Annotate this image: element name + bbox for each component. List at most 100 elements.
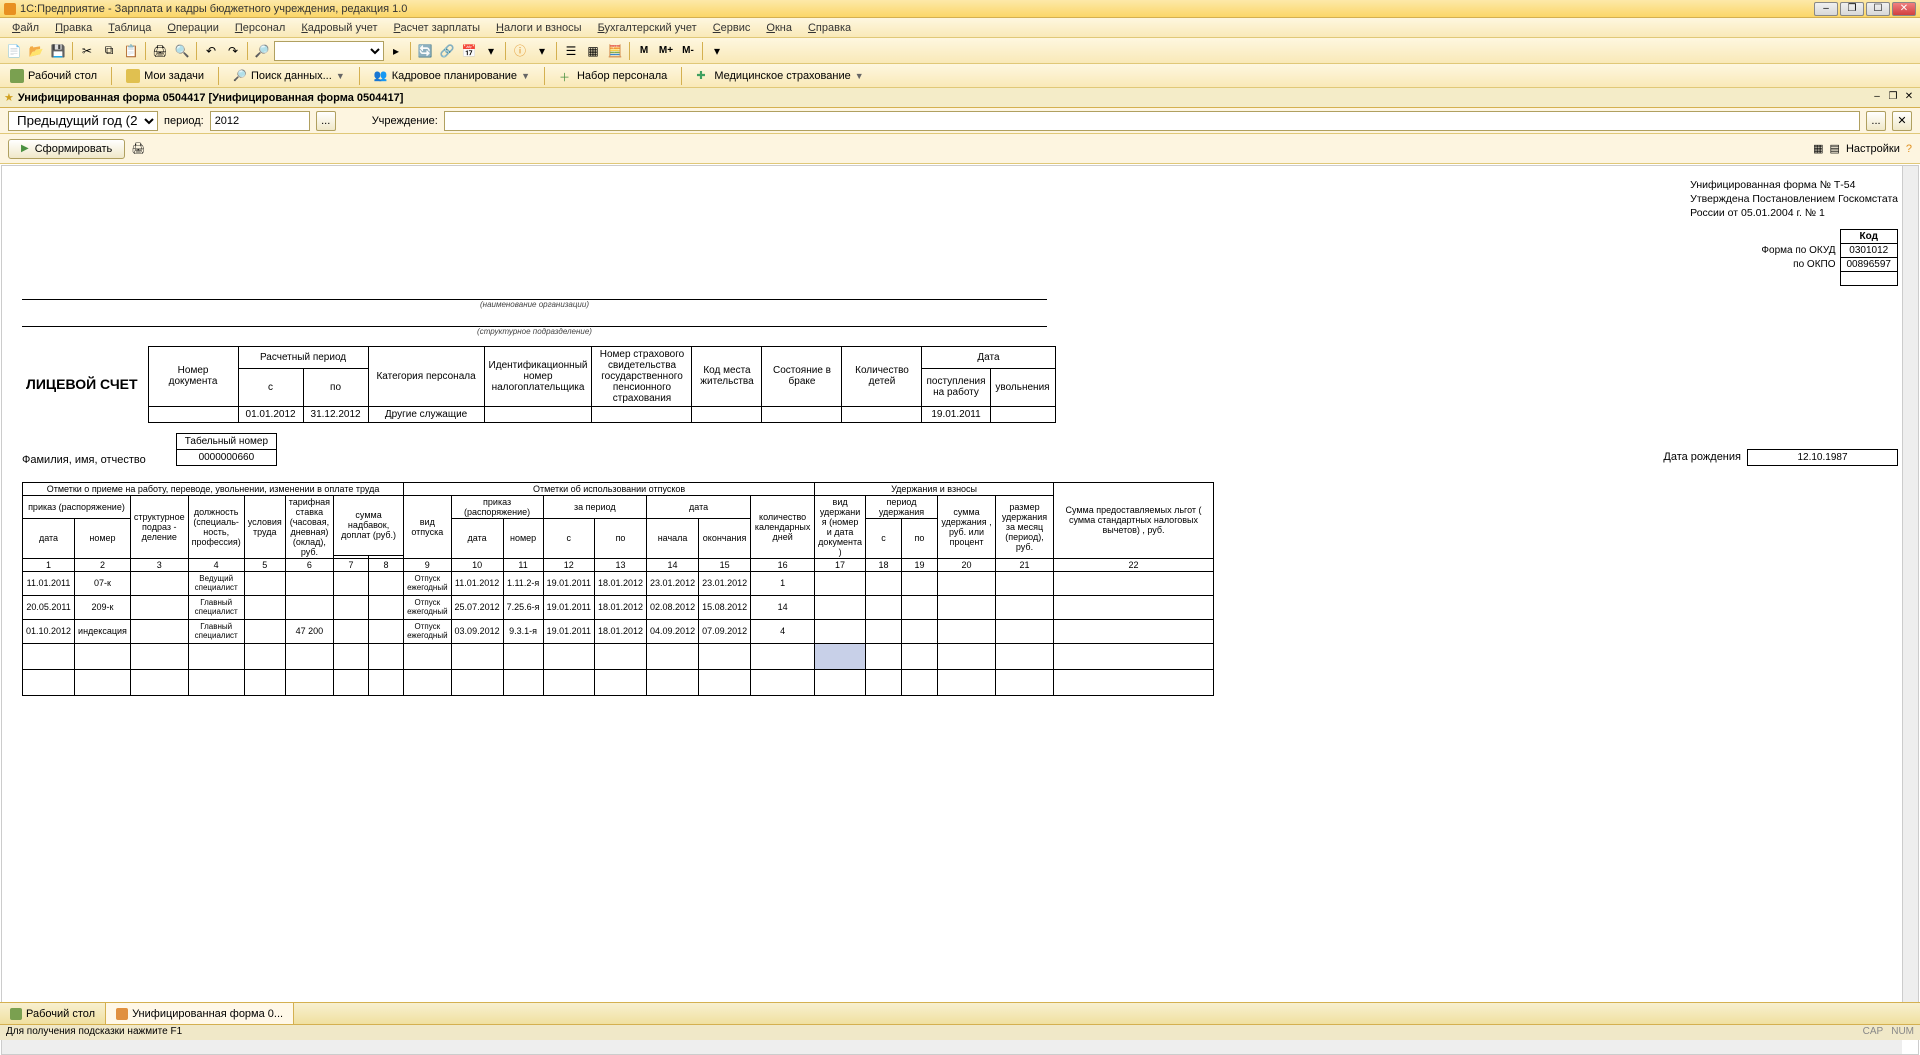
layout1-icon[interactable]: ▦ [1813, 142, 1823, 155]
restore-button[interactable]: ❐ [1840, 2, 1864, 16]
plus-icon: ＋ [559, 69, 573, 83]
list-icon[interactable]: ☰ [561, 41, 581, 61]
panel-bar: Рабочий стол Мои задачи 🔎 Поиск данных..… [0, 64, 1920, 88]
search-icon: 🔎 [233, 69, 247, 83]
document-tab-bar: ★ Унифицированная форма 0504417 [Унифици… [0, 88, 1920, 108]
doc-restore-icon[interactable]: ❐ [1886, 91, 1900, 105]
detail-grid: Отметки о приеме на работу, переводе, ув… [22, 482, 1214, 696]
menu-payroll[interactable]: Расчет зарплаты [386, 20, 489, 36]
menu-personnel[interactable]: Персонал [227, 20, 294, 36]
org-input[interactable] [444, 111, 1860, 131]
menu-table[interactable]: Таблица [100, 20, 159, 36]
calendar-icon[interactable]: 📅 [459, 41, 479, 61]
menu-hr[interactable]: Кадровый учет [293, 20, 385, 36]
desktop-icon [10, 1008, 22, 1020]
print-report-icon[interactable]: 🖨 [131, 142, 145, 155]
dropdown-icon[interactable]: ▾ [481, 41, 501, 61]
code-box: Код Форма по ОКУД0301012 по ОКПО00896597 [1755, 229, 1898, 286]
info-icon[interactable]: ⓘ [510, 41, 530, 61]
document-area[interactable]: Унифицированная форма № Т-54 Утверждена … [1, 165, 1919, 1055]
play-icon: ▶ [21, 143, 29, 154]
cap-indicator: CAP [1863, 1026, 1884, 1039]
maximize-button[interactable]: ☐ [1866, 2, 1890, 16]
panel-tasks[interactable]: Мои задачи [120, 67, 210, 85]
selected-cell[interactable] [815, 643, 866, 669]
desktop-icon [10, 69, 24, 83]
menu-taxes[interactable]: Налоги и взносы [488, 20, 590, 36]
open-icon[interactable]: 📂 [26, 41, 46, 61]
preset-combo[interactable]: Предыдущий год (2012 г.) [8, 111, 158, 131]
calc-mplus-icon[interactable]: M+ [656, 41, 676, 61]
redo-icon[interactable]: ↷ [223, 41, 243, 61]
print-icon[interactable]: 🖨 [150, 41, 170, 61]
params-bar: Предыдущий год (2012 г.) период: ... Учр… [0, 108, 1920, 134]
link-icon[interactable]: 🔗 [437, 41, 457, 61]
menu-accounting[interactable]: Бухгалтерский учет [590, 20, 705, 36]
search-go-icon[interactable]: ▸ [386, 41, 406, 61]
org-ellipsis-button[interactable]: ... [1866, 111, 1886, 131]
action-bar: ▶ Сформировать 🖨 ▦ ▤ Настройки ? [0, 134, 1920, 164]
table-row[interactable]: 20.05.2011209-кГлавный специалистОтпуск … [23, 595, 1214, 619]
menu-operations[interactable]: Операции [159, 20, 226, 36]
menu-windows[interactable]: Окна [758, 20, 800, 36]
copy-icon[interactable]: ⧉ [99, 41, 119, 61]
menu-edit[interactable]: Правка [47, 20, 100, 36]
panel-search[interactable]: 🔎 Поиск данных... ▼ [227, 67, 351, 85]
dept-line [22, 313, 1047, 327]
period-ellipsis-button[interactable]: ... [316, 111, 336, 131]
chevron-down-icon: ▼ [521, 71, 530, 81]
status-hint: Для получения подсказки нажмите F1 [6, 1026, 182, 1039]
minimize-button[interactable]: – [1814, 2, 1838, 16]
table-row[interactable]: 11.01.201107-кВедущий специалистОтпуск е… [23, 571, 1214, 595]
app-icon [4, 3, 16, 15]
settings-link[interactable]: Настройки [1846, 143, 1900, 155]
undo-icon[interactable]: ↶ [201, 41, 221, 61]
period-label: период: [164, 115, 204, 127]
cut-icon[interactable]: ✂ [77, 41, 97, 61]
doc-close-icon[interactable]: ✕ [1902, 91, 1916, 105]
panel-med[interactable]: ✚ Медицинское страхование ▼ [690, 67, 869, 85]
num-indicator: NUM [1891, 1026, 1914, 1039]
chevron-down-icon: ▼ [336, 71, 345, 81]
tab-desktop[interactable]: Рабочий стол [0, 1003, 106, 1024]
med-icon: ✚ [696, 69, 710, 83]
paste-icon[interactable]: 📋 [121, 41, 141, 61]
vertical-scrollbar[interactable] [1902, 166, 1918, 1038]
generate-button[interactable]: ▶ Сформировать [8, 139, 125, 159]
window-title: 1С:Предприятие - Зарплата и кадры бюджет… [20, 3, 1814, 15]
save-icon[interactable]: 💾 [48, 41, 68, 61]
dropdown2-icon[interactable]: ▾ [532, 41, 552, 61]
panel-recruit[interactable]: ＋ Набор персонала [553, 67, 673, 85]
preview-icon[interactable]: 🔍 [172, 41, 192, 61]
calc-mminus-icon[interactable]: M- [678, 41, 698, 61]
doc-minimize-icon[interactable]: – [1870, 91, 1884, 105]
table-row[interactable]: 01.10.2012индексацияГлавный специалист47… [23, 619, 1214, 643]
calc-icon[interactable]: 🧮 [605, 41, 625, 61]
menu-service[interactable]: Сервис [705, 20, 759, 36]
menu-file[interactable]: Файл [4, 20, 47, 36]
menu-help[interactable]: Справка [800, 20, 859, 36]
status-bar: Для получения подсказки нажмите F1 CAP N… [0, 1024, 1920, 1040]
panel-kadr-planning[interactable]: 👥 Кадровое планирование ▼ [368, 67, 536, 85]
find-icon[interactable]: 🔎 [252, 41, 272, 61]
tab-form[interactable]: Унифицированная форма 0... [106, 1003, 294, 1024]
search-combo[interactable] [274, 41, 384, 61]
period-input[interactable] [210, 111, 310, 131]
star-icon[interactable]: ★ [4, 91, 14, 104]
grid-icon[interactable]: ▦ [583, 41, 603, 61]
bottom-tabs: Рабочий стол Унифицированная форма 0... [0, 1002, 1920, 1024]
tabnum-block: Фамилия, имя, отчество Табельный номер 0… [22, 433, 1898, 466]
panel-desktop[interactable]: Рабочий стол [4, 67, 103, 85]
help-icon[interactable]: ? [1906, 143, 1912, 155]
org-clear-button[interactable]: ✕ [1892, 111, 1912, 131]
layout2-icon[interactable]: ▤ [1830, 142, 1840, 155]
calc-m-icon[interactable]: M [634, 41, 654, 61]
close-button[interactable]: ✕ [1892, 2, 1916, 16]
refresh-icon[interactable]: 🔄 [415, 41, 435, 61]
more-icon[interactable]: ▾ [707, 41, 727, 61]
main-toolbar: 📄 📂 💾 ✂ ⧉ 📋 🖨 🔍 ↶ ↷ 🔎 ▸ 🔄 🔗 📅 ▾ ⓘ ▾ ☰ ▦ … [0, 38, 1920, 64]
new-icon[interactable]: 📄 [4, 41, 24, 61]
horizontal-scrollbar[interactable] [2, 1038, 1902, 1054]
tasks-icon [126, 69, 140, 83]
chevron-down-icon: ▼ [855, 71, 864, 81]
